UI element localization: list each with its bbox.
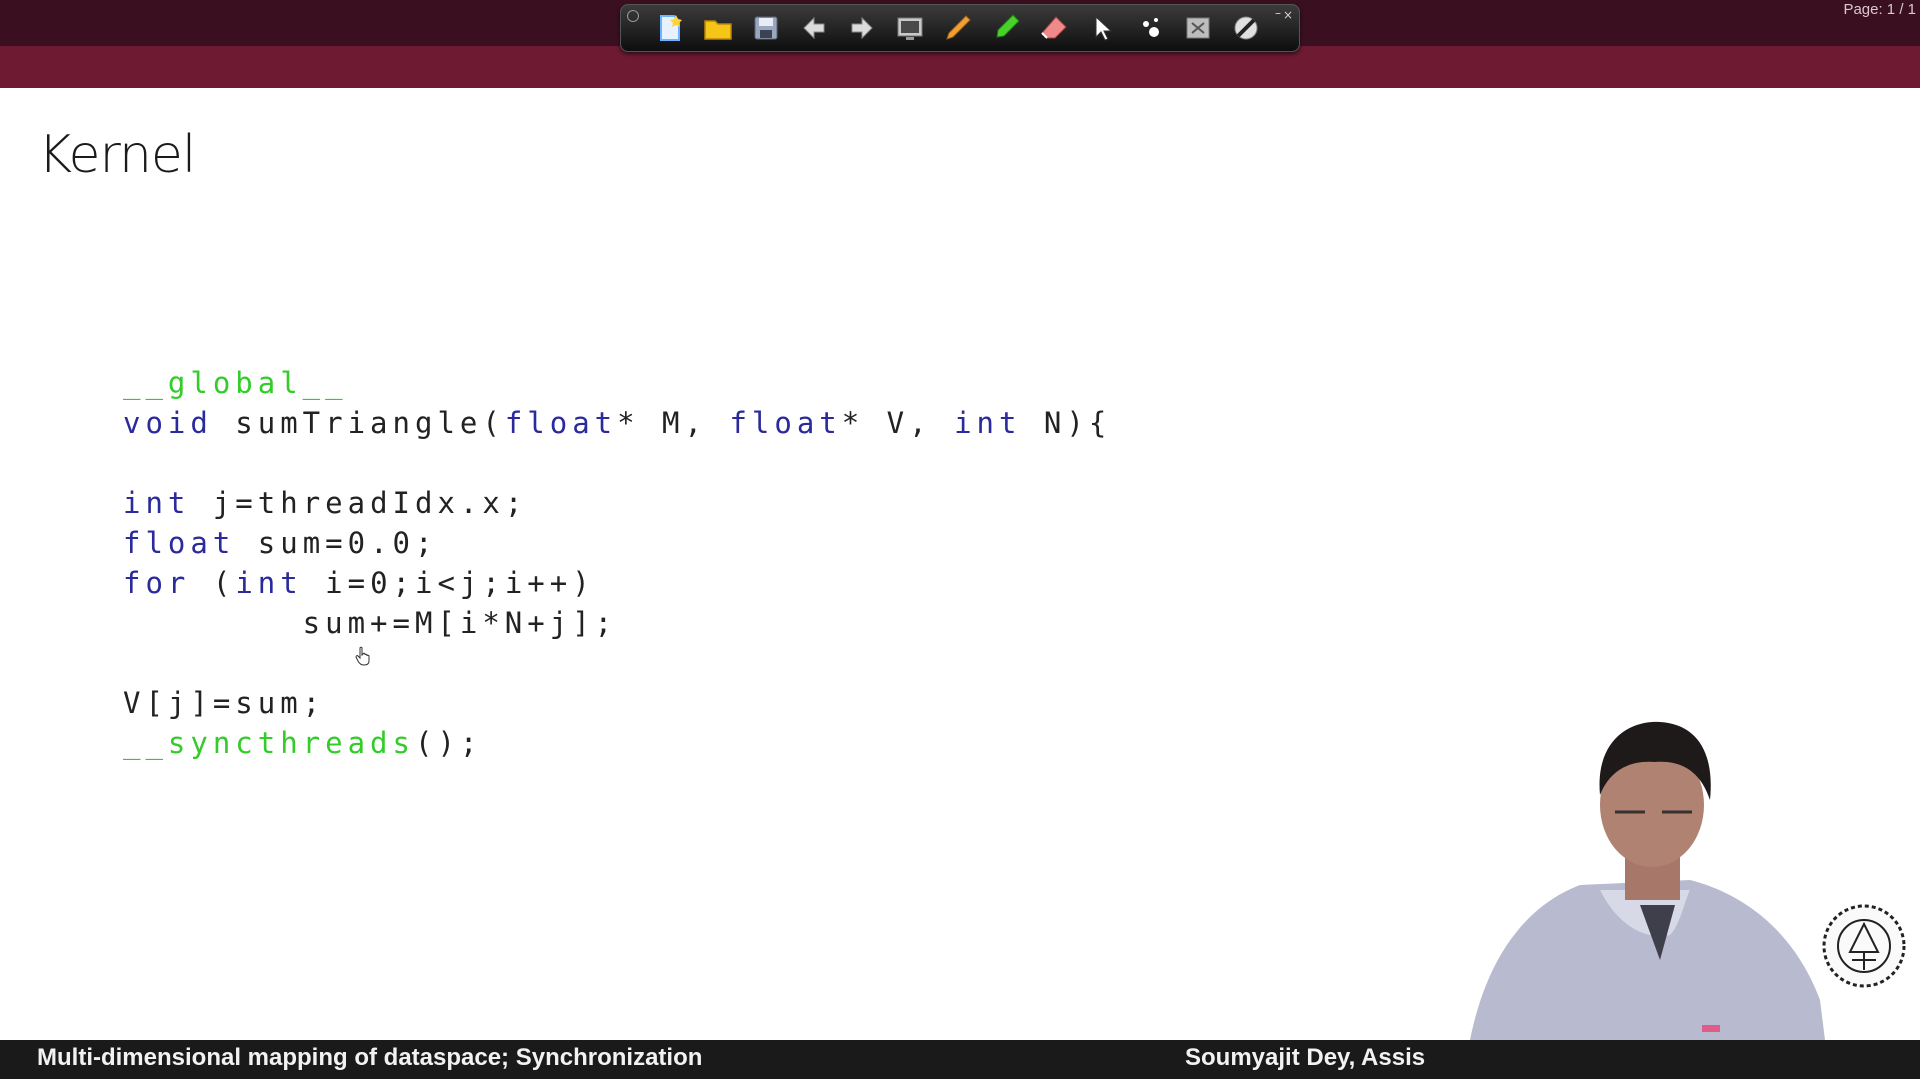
code-line: for (int i=0;i<j;i++)	[123, 566, 595, 600]
code-text: i=0;i<j;i++)	[302, 566, 595, 600]
code-keyword: float	[729, 406, 842, 440]
cuda-keyword: __global__	[123, 366, 348, 400]
pointer-icon[interactable]	[1083, 9, 1121, 47]
annotation-toolbar: – ×	[620, 4, 1300, 52]
code-text: V[j]=sum;	[123, 686, 326, 720]
presenter-name: Soumyajit Dey, Assis	[1185, 1044, 1426, 1071]
code-keyword: float	[123, 526, 236, 560]
code-text: N){	[1021, 406, 1112, 440]
close-icon[interactable]: ×	[1283, 8, 1293, 22]
code-keyword: int	[954, 406, 1022, 440]
code-text: ();	[414, 726, 483, 760]
institute-logo	[1822, 904, 1906, 988]
code-text: * V,	[841, 406, 955, 440]
header-band	[0, 46, 1920, 88]
open-folder-icon[interactable]	[699, 9, 737, 47]
code-line: V[j]=sum;	[123, 686, 325, 720]
highlighter-icon[interactable]	[987, 9, 1025, 47]
code-line: void sumTriangle(float* M, float* V, int…	[123, 406, 1111, 440]
code-line: int j=threadIdx.x;	[123, 486, 527, 520]
code-keyword: int	[123, 486, 191, 520]
code-keyword: float	[504, 406, 618, 440]
hand-cursor-icon	[355, 646, 370, 666]
pen-icon[interactable]	[939, 9, 977, 47]
code-text: j=threadIdx.x;	[190, 486, 528, 520]
code-line: __global__	[123, 366, 348, 400]
laser-icon[interactable]	[1131, 9, 1169, 47]
lecture-title: Multi-dimensional mapping of dataspace; …	[37, 1044, 703, 1071]
footer-bar: Multi-dimensional mapping of dataspace; …	[0, 1040, 1920, 1079]
code-text: sum=0.0;	[235, 526, 438, 560]
code-text: sumTriangle(	[212, 406, 505, 440]
code-line: sum+=M[i*N+j];	[123, 606, 617, 640]
page-indicator: Page: 1 / 1	[1843, 1, 1916, 18]
next-page-icon[interactable]	[843, 9, 881, 47]
save-icon[interactable]	[747, 9, 785, 47]
stop-icon[interactable]	[1227, 9, 1265, 47]
slide-title: Kernel	[38, 125, 196, 185]
code-keyword: for	[123, 566, 191, 600]
toolbar-grip-handle[interactable]	[627, 10, 639, 22]
clear-icon[interactable]	[1179, 9, 1217, 47]
cuda-keyword: __syncthreads	[123, 726, 415, 760]
new-page-icon[interactable]	[651, 9, 689, 47]
code-line: float sum=0.0;	[123, 526, 437, 560]
code-text: * M,	[617, 406, 730, 440]
code-keyword: int	[235, 566, 303, 600]
previous-page-icon[interactable]	[795, 9, 833, 47]
minimize-icon[interactable]: –	[1275, 6, 1281, 20]
code-keyword: void	[123, 406, 213, 440]
eraser-icon[interactable]	[1035, 9, 1073, 47]
code-text: (	[190, 566, 236, 600]
code-text: sum+=M[i*N+j];	[123, 606, 618, 640]
screen-icon[interactable]	[891, 9, 929, 47]
code-line: __syncthreads();	[123, 726, 482, 760]
